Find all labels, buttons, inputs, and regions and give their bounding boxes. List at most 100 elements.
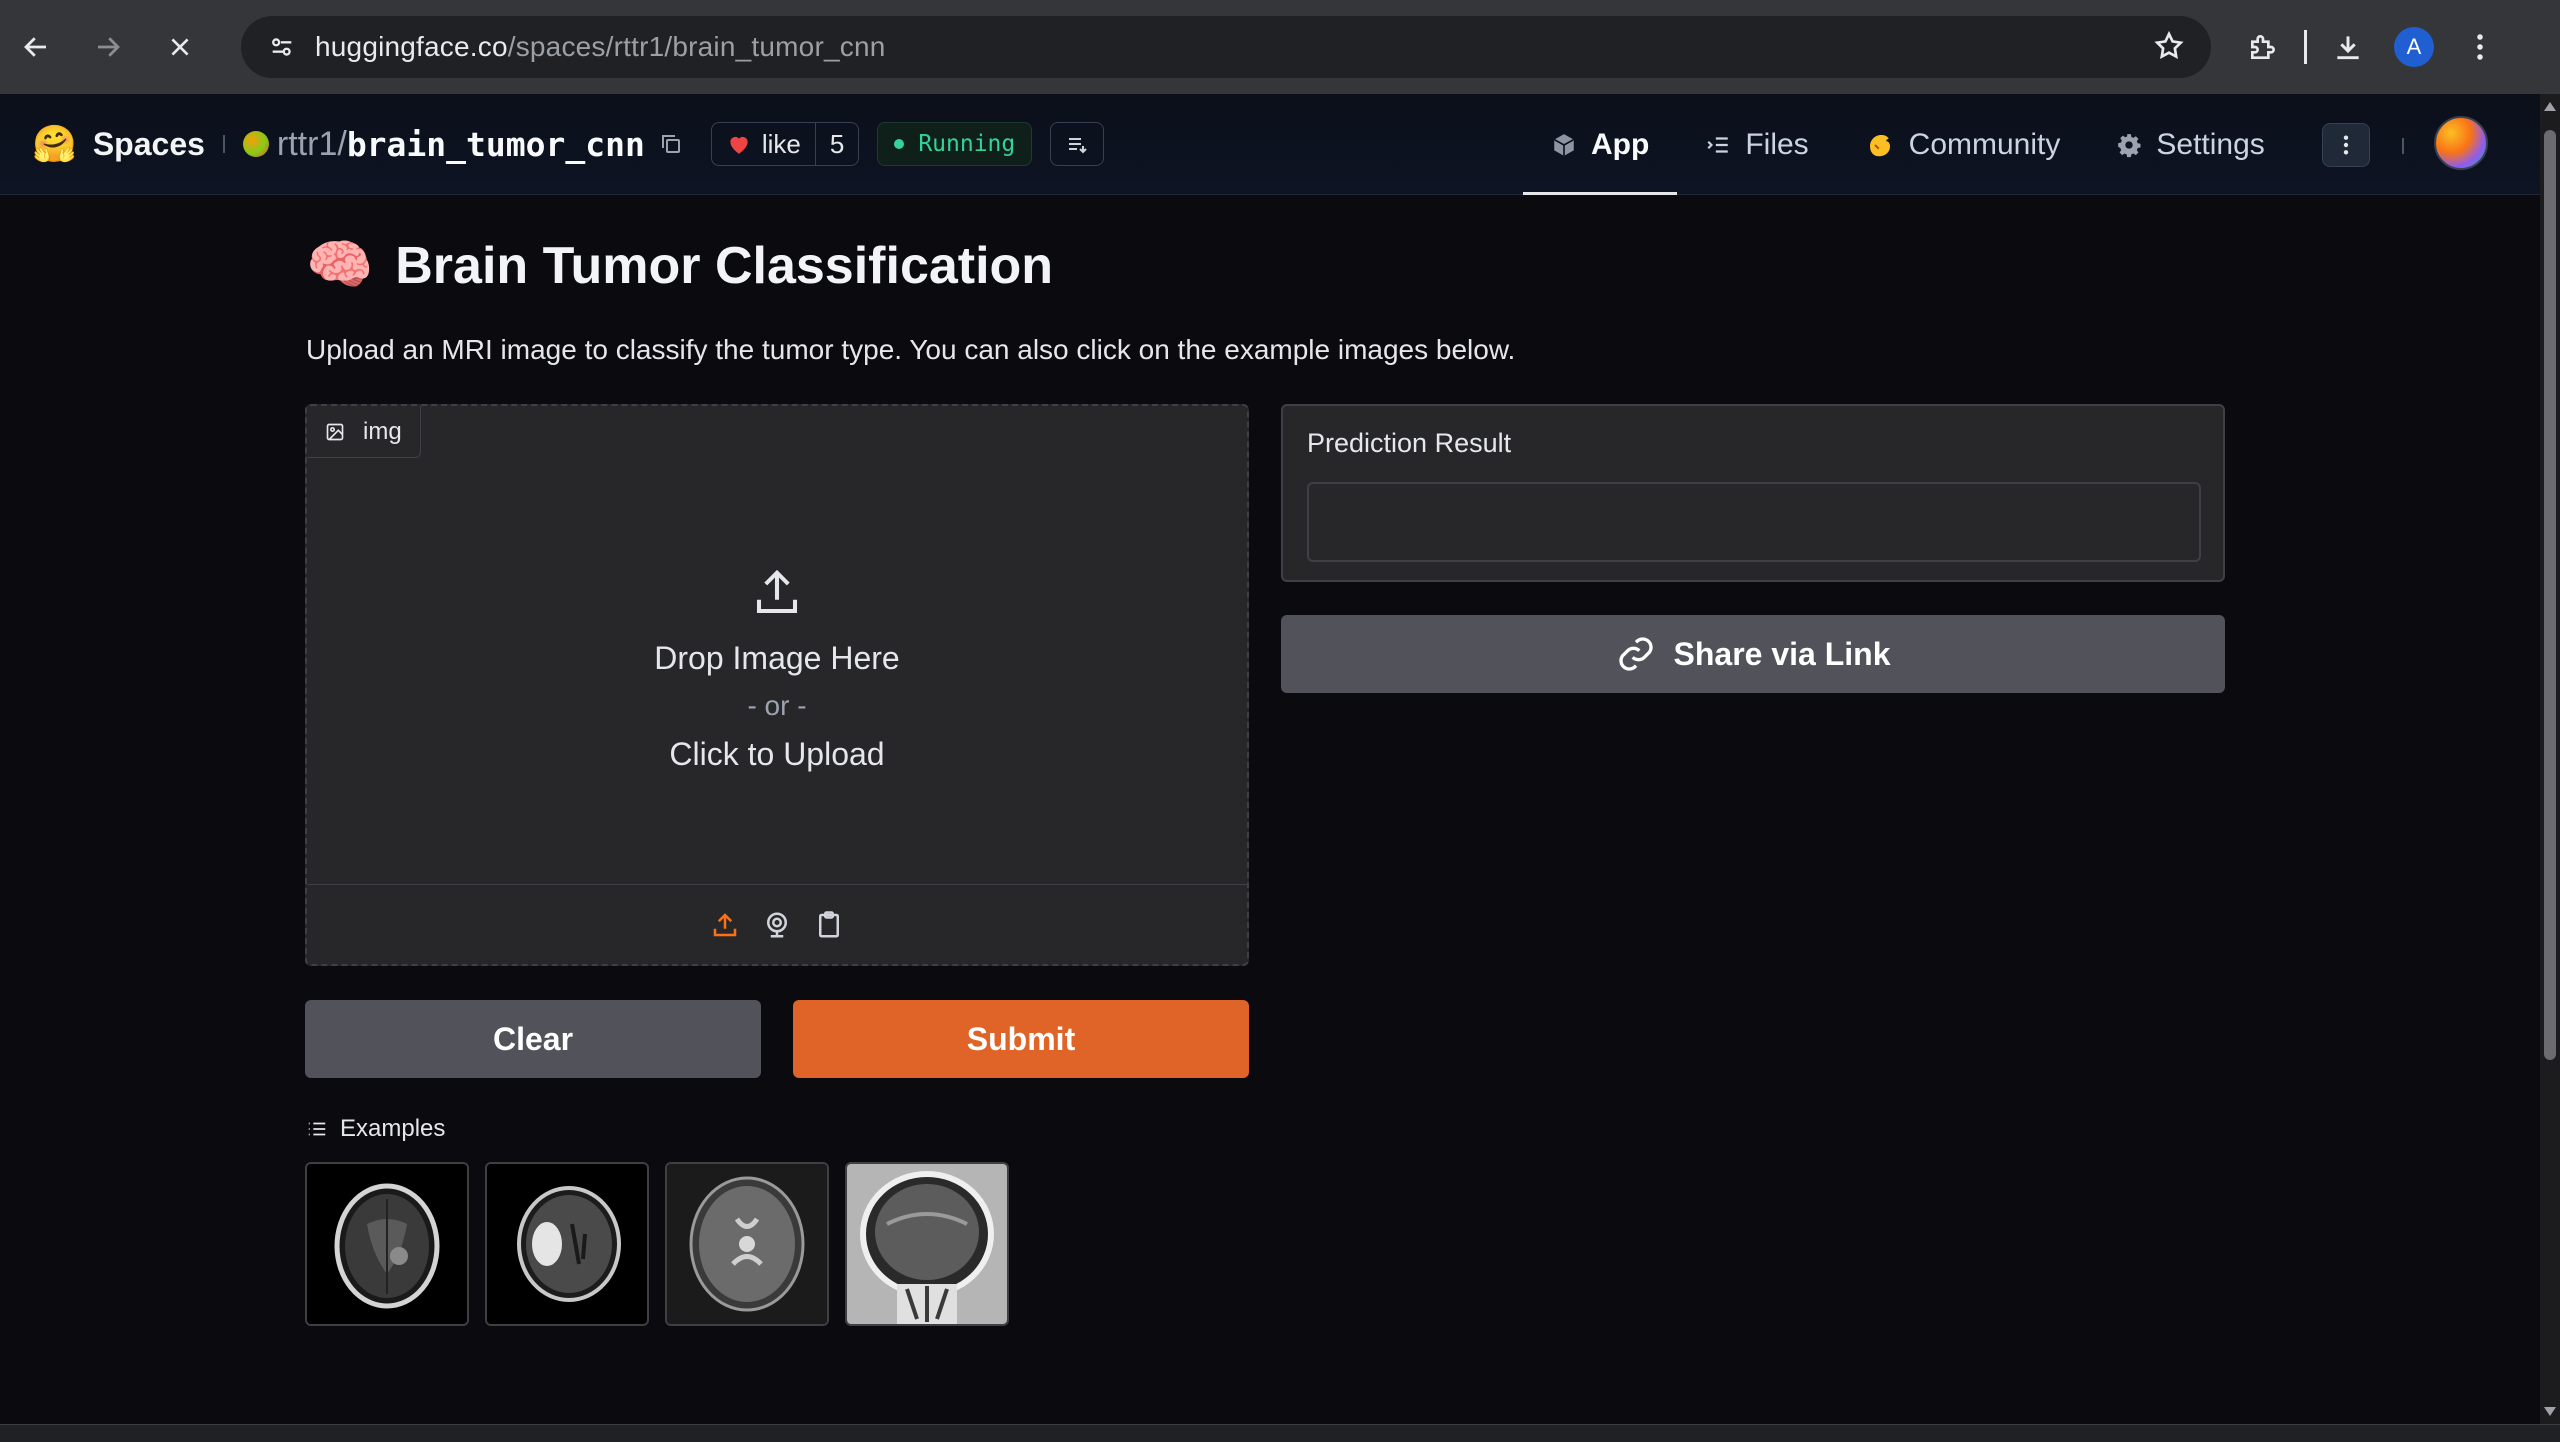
- share-via-link-button[interactable]: Share via Link: [1281, 615, 2225, 693]
- close-icon: [171, 38, 189, 56]
- mri-scan-image: [667, 1164, 827, 1324]
- logs-icon: [1069, 138, 1087, 154]
- tab-settings-label: Settings: [2156, 127, 2265, 161]
- path-slash: /: [337, 124, 347, 163]
- extensions-button[interactable]: [2230, 0, 2296, 94]
- examples-header: Examples: [306, 1115, 445, 1143]
- image-icon: [326, 423, 344, 440]
- toolbar-divider: [2304, 30, 2307, 64]
- header-divider: [222, 135, 225, 153]
- download-icon: [2337, 36, 2359, 60]
- copy-repo-name-button[interactable]: [659, 132, 683, 156]
- status-dot-icon: [894, 139, 905, 149]
- forward-button[interactable]: [72, 0, 144, 94]
- spaces-label: Spaces: [92, 125, 205, 162]
- url-text: huggingface.co/spaces/rttr1/brain_tumor_…: [315, 31, 886, 62]
- image-source-selector: [307, 884, 1247, 964]
- example-thumbnail[interactable]: [665, 1162, 829, 1326]
- like-label: like: [761, 128, 801, 159]
- heart-icon: [730, 136, 748, 154]
- scrollbar-thumb[interactable]: [2544, 130, 2556, 1060]
- page-scrollbar[interactable]: [2540, 94, 2560, 1424]
- example-thumbnail[interactable]: [485, 1162, 649, 1326]
- tab-files-label: Files: [1745, 127, 1809, 161]
- repo-name-link[interactable]: brain_tumor_cnn: [347, 125, 645, 164]
- site-info-button[interactable]: [249, 33, 315, 61]
- browser-menu-button[interactable]: [2447, 0, 2513, 94]
- gradio-app: 🧠 Brain Tumor Classification Upload an M…: [0, 196, 2540, 1424]
- files-icon: [1707, 136, 1729, 153]
- space-tabs: App Files Community Settings: [1523, 94, 2293, 195]
- tab-app[interactable]: App: [1523, 94, 1678, 195]
- tune-icon: [272, 38, 292, 56]
- owner-link[interactable]: rttr1: [277, 125, 337, 164]
- image-upload-panel[interactable]: img Drop Image Here - or - Click to Uplo…: [305, 404, 1249, 966]
- arrow-right-icon: [98, 37, 120, 57]
- example-thumbnail[interactable]: [845, 1162, 1009, 1326]
- kebab-menu-icon: [2477, 34, 2483, 60]
- tab-settings[interactable]: Settings: [2088, 94, 2292, 195]
- source-webcam-button[interactable]: [751, 910, 803, 940]
- source-clipboard-button[interactable]: [803, 910, 855, 940]
- examples-gallery: [305, 1162, 1025, 1326]
- example-thumbnail[interactable]: [305, 1162, 469, 1326]
- browser-toolbar: huggingface.co/spaces/rttr1/brain_tumor_…: [0, 0, 2560, 94]
- webcam-icon: [767, 912, 787, 937]
- gear-icon: [2118, 133, 2141, 157]
- scroll-down-arrow-icon[interactable]: [2544, 1407, 2556, 1416]
- page-title-text: Brain Tumor Classification: [395, 236, 1054, 295]
- tab-files[interactable]: Files: [1677, 94, 1836, 195]
- profile-avatar: A: [2394, 27, 2434, 67]
- upload-icon: [756, 569, 798, 614]
- prediction-result-panel: Prediction Result: [1281, 404, 2225, 582]
- source-upload-button[interactable]: [699, 910, 751, 940]
- star-icon: [2154, 30, 2184, 59]
- or-text: - or -: [747, 690, 807, 721]
- copy-icon: [661, 135, 680, 153]
- tab-community[interactable]: Community: [1837, 94, 2089, 195]
- scroll-up-arrow-icon[interactable]: [2544, 102, 2556, 111]
- profile-button[interactable]: A: [2381, 0, 2447, 94]
- cube-icon: [1553, 133, 1575, 156]
- like-button[interactable]: like 5: [710, 122, 860, 166]
- spaces-home-link[interactable]: 🤗 Spaces: [32, 123, 205, 165]
- stop-loading-button[interactable]: [144, 0, 216, 94]
- owner-avatar: [242, 131, 269, 157]
- drop-image-text: Drop Image Here: [654, 640, 900, 676]
- prediction-result-output[interactable]: [1307, 482, 2201, 562]
- user-avatar[interactable]: [2434, 116, 2488, 170]
- arrow-left-icon: [24, 37, 46, 57]
- tab-app-label: App: [1591, 127, 1650, 161]
- upload-icon: [713, 912, 737, 936]
- brain-icon: 🧠: [306, 235, 374, 295]
- kebab-menu-icon: [2343, 135, 2349, 155]
- mri-scan-image: [307, 1164, 467, 1324]
- downloads-button[interactable]: [2315, 0, 2381, 94]
- clear-button[interactable]: Clear: [305, 1000, 761, 1078]
- mri-scan-image: [487, 1164, 647, 1324]
- hf-space-header: 🤗 Spaces rttr1 / brain_tumor_cnn like 5 …: [0, 94, 2540, 195]
- like-count[interactable]: 5: [814, 123, 858, 165]
- page-title: 🧠 Brain Tumor Classification: [306, 234, 1053, 297]
- back-button[interactable]: [0, 0, 72, 94]
- mri-scan-image: [847, 1164, 1007, 1324]
- submit-button[interactable]: Submit: [793, 1000, 1249, 1078]
- hugging-face-logo-icon: 🤗: [32, 123, 77, 164]
- community-icon: [1869, 134, 1890, 156]
- puzzle-icon: [2251, 35, 2275, 59]
- status-badge[interactable]: Running: [877, 122, 1033, 166]
- image-input-label: img: [307, 406, 421, 458]
- tab-community-label: Community: [1908, 127, 2061, 161]
- bookmark-button[interactable]: [2153, 30, 2185, 62]
- image-drop-zone[interactable]: Drop Image Here - or - Click to Upload: [307, 458, 1247, 886]
- repo-path: rttr1 / brain_tumor_cnn: [277, 125, 645, 164]
- page-description: Upload an MRI image to classify the tumo…: [306, 334, 1516, 365]
- clipboard-icon: [819, 910, 839, 937]
- list-icon: [308, 1122, 326, 1136]
- link-icon: [1618, 637, 1653, 671]
- logs-button[interactable]: [1050, 122, 1105, 166]
- prediction-result-label: Prediction Result: [1307, 428, 1512, 458]
- space-more-options-button[interactable]: [2322, 123, 2370, 167]
- header-divider: [2402, 138, 2404, 154]
- address-bar[interactable]: huggingface.co/spaces/rttr1/brain_tumor_…: [241, 16, 2211, 78]
